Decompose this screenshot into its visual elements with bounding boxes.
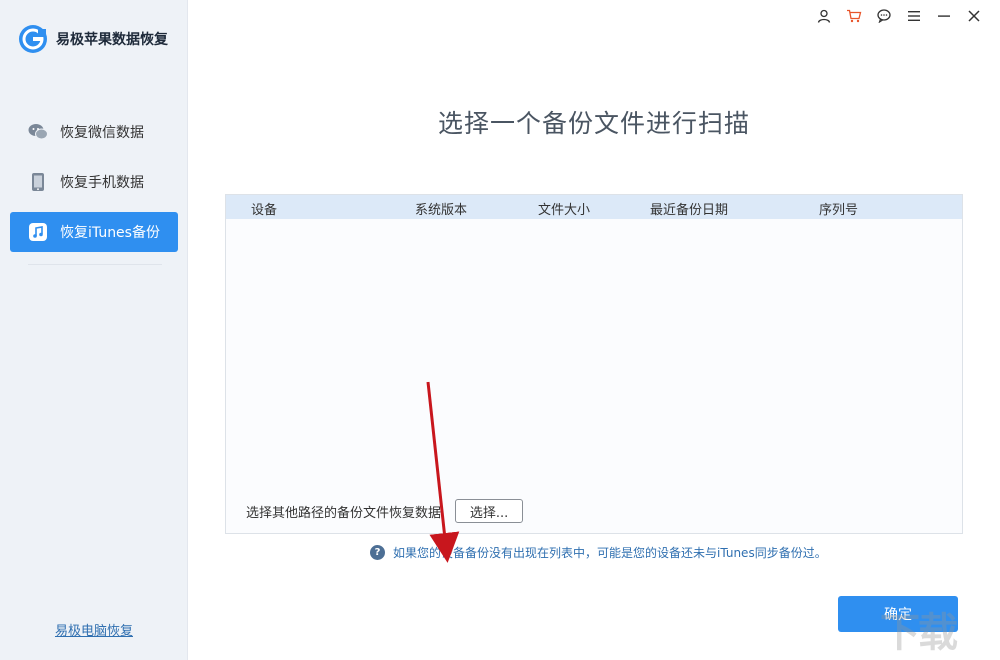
app-title: 易极苹果数据恢复 (56, 32, 168, 48)
table-header: 设备 系统版本 文件大小 最近备份日期 序列号 (226, 195, 962, 219)
brand: 易极苹果数据恢复 (18, 24, 168, 54)
sidebar-item-label: 恢复iTunes备份 (60, 225, 160, 241)
other-path-row: 选择其他路径的备份文件恢复数据 选择... (246, 499, 524, 523)
sidebar-item-label: 恢复手机数据 (60, 175, 144, 191)
close-icon[interactable] (964, 6, 984, 26)
table-body (226, 219, 962, 479)
confirm-button[interactable]: 确定 (838, 596, 958, 632)
other-path-label: 选择其他路径的备份文件恢复数据 (246, 505, 442, 521)
sidebar-item-wechat[interactable]: 恢复微信数据 (10, 112, 178, 152)
sidebar-item-label: 恢复微信数据 (60, 125, 144, 141)
hint-text: 如果您的设备备份没有出现在列表中，可能是您的设备还未与iTunes同步备份过。 (393, 546, 827, 560)
column-header-device: 设备 (251, 203, 278, 218)
choose-button[interactable]: 选择... (455, 499, 524, 523)
help-icon: ? (370, 545, 385, 560)
phone-icon (28, 172, 48, 192)
user-icon[interactable] (814, 6, 834, 26)
computer-recovery-link[interactable]: 易极电脑恢复 (0, 620, 188, 639)
cart-icon[interactable] (844, 6, 864, 26)
menu-icon[interactable] (904, 6, 924, 26)
sidebar-divider (28, 264, 162, 265)
sidebar-item-phone[interactable]: 恢复手机数据 (10, 162, 178, 202)
column-header-last-backup-date: 最近备份日期 (650, 203, 729, 218)
sidebar: 易极苹果数据恢复 恢复微信数据 恢复手机数据 恢复iTunes备份 易极电脑恢复 (0, 0, 188, 660)
sidebar-nav: 恢复微信数据 恢复手机数据 恢复iTunes备份 (10, 112, 178, 262)
column-header-os-version: 系统版本 (415, 203, 468, 218)
column-header-file-size: 文件大小 (538, 203, 591, 218)
wechat-icon (28, 122, 48, 142)
window-controls (814, 6, 984, 26)
sidebar-item-itunes[interactable]: 恢复iTunes备份 (10, 212, 178, 252)
itunes-icon (28, 222, 48, 242)
feedback-icon[interactable] (874, 6, 894, 26)
page-title: 选择一个备份文件进行扫描 (437, 109, 750, 138)
app-logo-icon (19, 25, 47, 53)
minimize-icon[interactable] (934, 6, 954, 26)
backup-table: 设备 系统版本 文件大小 最近备份日期 序列号 选择其他路径的备份文件恢复数据 … (225, 194, 963, 534)
column-header-serial-number: 序列号 (819, 203, 859, 218)
hint-row: ? 如果您的设备备份没有出现在列表中，可能是您的设备还未与iTunes同步备份过… (370, 544, 827, 561)
